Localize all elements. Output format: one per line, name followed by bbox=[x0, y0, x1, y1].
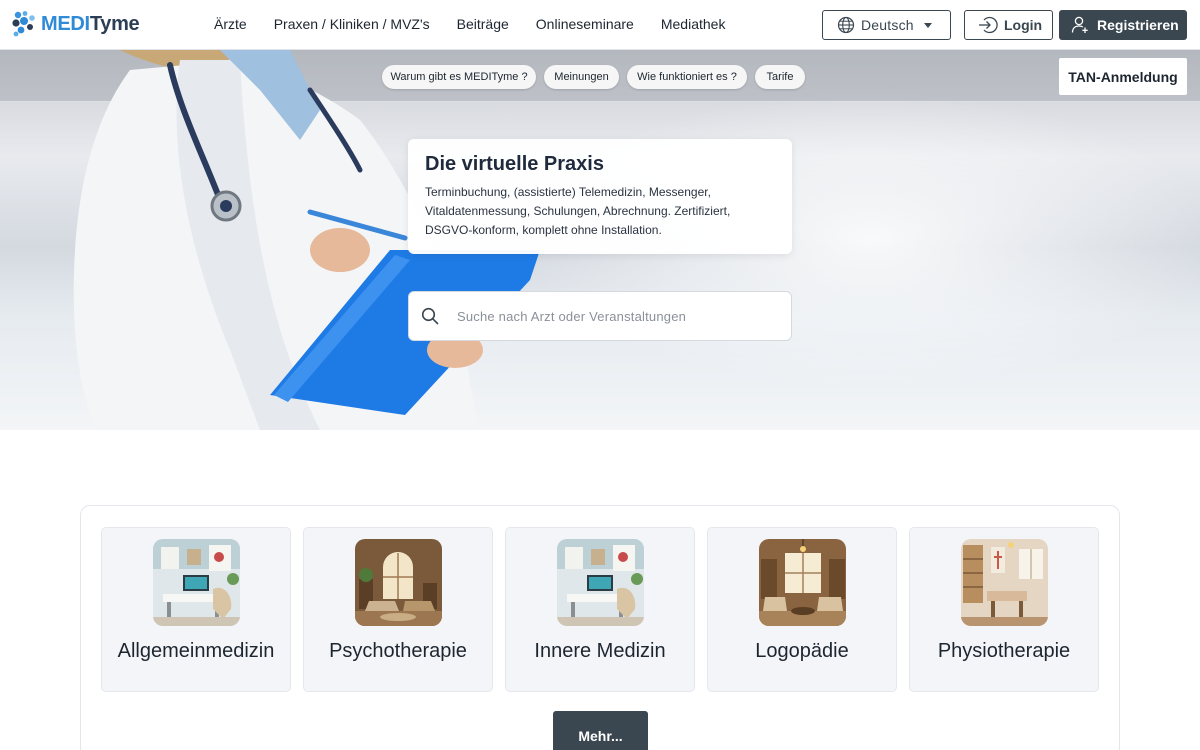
category-card-innere-medizin[interactable]: Innere Medizin bbox=[505, 527, 695, 692]
virtual-practice-card: Die virtuelle Praxis Terminbuchung, (ass… bbox=[408, 139, 792, 254]
globe-icon bbox=[837, 16, 855, 34]
login-button[interactable]: Login bbox=[964, 10, 1053, 40]
category-label: Physiotherapie bbox=[937, 640, 1071, 662]
clinic-room-image bbox=[153, 539, 240, 626]
register-button-label: Registrieren bbox=[1097, 17, 1179, 33]
hero-banner: Warum gibt es MEDITyme ? Meinungen Wie f… bbox=[0, 50, 1200, 430]
category-label: Innere Medizin bbox=[534, 640, 666, 662]
login-button-label: Login bbox=[1004, 17, 1043, 33]
pill-meinungen[interactable]: Meinungen bbox=[544, 65, 619, 89]
category-card-allgemeinmedizin[interactable]: Allgemeinmedizin bbox=[101, 527, 291, 692]
tan-login-button[interactable]: TAN-Anmeldung bbox=[1059, 58, 1187, 95]
virtual-practice-title: Die virtuelle Praxis bbox=[425, 153, 604, 175]
category-label: Allgemeinmedizin bbox=[117, 640, 275, 662]
chevron-down-icon bbox=[924, 23, 932, 28]
category-panel: Allgemeinmedizin Psychotherapie Innere M… bbox=[80, 505, 1120, 750]
nav-item-aerzte[interactable]: Ärzte bbox=[214, 16, 247, 32]
virtual-practice-description: Terminbuchung, (assistierte) Telemedizin… bbox=[425, 185, 731, 237]
nav-item-beitraege[interactable]: Beiträge bbox=[457, 16, 509, 32]
therapy-room-image bbox=[355, 539, 442, 626]
more-categories-button[interactable]: Mehr... bbox=[553, 711, 648, 750]
category-card-logopaedie[interactable]: Logopädie bbox=[707, 527, 897, 692]
pill-tarife[interactable]: Tarife bbox=[755, 65, 805, 89]
pill-wie-funktioniert[interactable]: Wie funktioniert es ? bbox=[627, 65, 747, 89]
search-icon bbox=[421, 307, 439, 325]
speech-therapy-room-image bbox=[759, 539, 846, 626]
logo-text-tyme: Tyme bbox=[89, 12, 140, 35]
category-card-psychotherapie[interactable]: Psychotherapie bbox=[303, 527, 493, 692]
category-label: Psychotherapie bbox=[329, 640, 467, 662]
logo-mark-icon bbox=[12, 11, 35, 37]
physio-room-image bbox=[961, 539, 1048, 626]
search-input[interactable] bbox=[457, 308, 777, 324]
category-card-physiotherapie[interactable]: Physiotherapie bbox=[909, 527, 1099, 692]
meditime-logo[interactable]: MEDITyme bbox=[12, 10, 140, 38]
nav-item-mediathek[interactable]: Mediathek bbox=[661, 16, 726, 32]
clinic-room-image bbox=[557, 539, 644, 626]
register-button[interactable]: Registrieren bbox=[1059, 10, 1187, 40]
nav-item-onlineseminare[interactable]: Onlineseminare bbox=[536, 16, 634, 32]
language-select[interactable]: Deutsch bbox=[822, 10, 951, 40]
add-user-icon bbox=[1071, 16, 1088, 33]
main-nav: Ärzte Praxen / Kliniken / MVZ's Beiträge… bbox=[214, 16, 752, 32]
nav-item-praxen[interactable]: Praxen / Kliniken / MVZ's bbox=[274, 16, 430, 32]
search-box[interactable] bbox=[408, 291, 792, 341]
login-arrow-icon bbox=[979, 16, 998, 34]
pill-warum-meditime[interactable]: Warum gibt es MEDITyme ? bbox=[382, 65, 536, 89]
top-header: MEDITyme Ärzte Praxen / Kliniken / MVZ's… bbox=[0, 0, 1200, 50]
category-label: Logopädie bbox=[755, 640, 849, 662]
language-selected-label: Deutsch bbox=[861, 17, 914, 33]
logo-text-medi: MEDI bbox=[41, 12, 90, 35]
